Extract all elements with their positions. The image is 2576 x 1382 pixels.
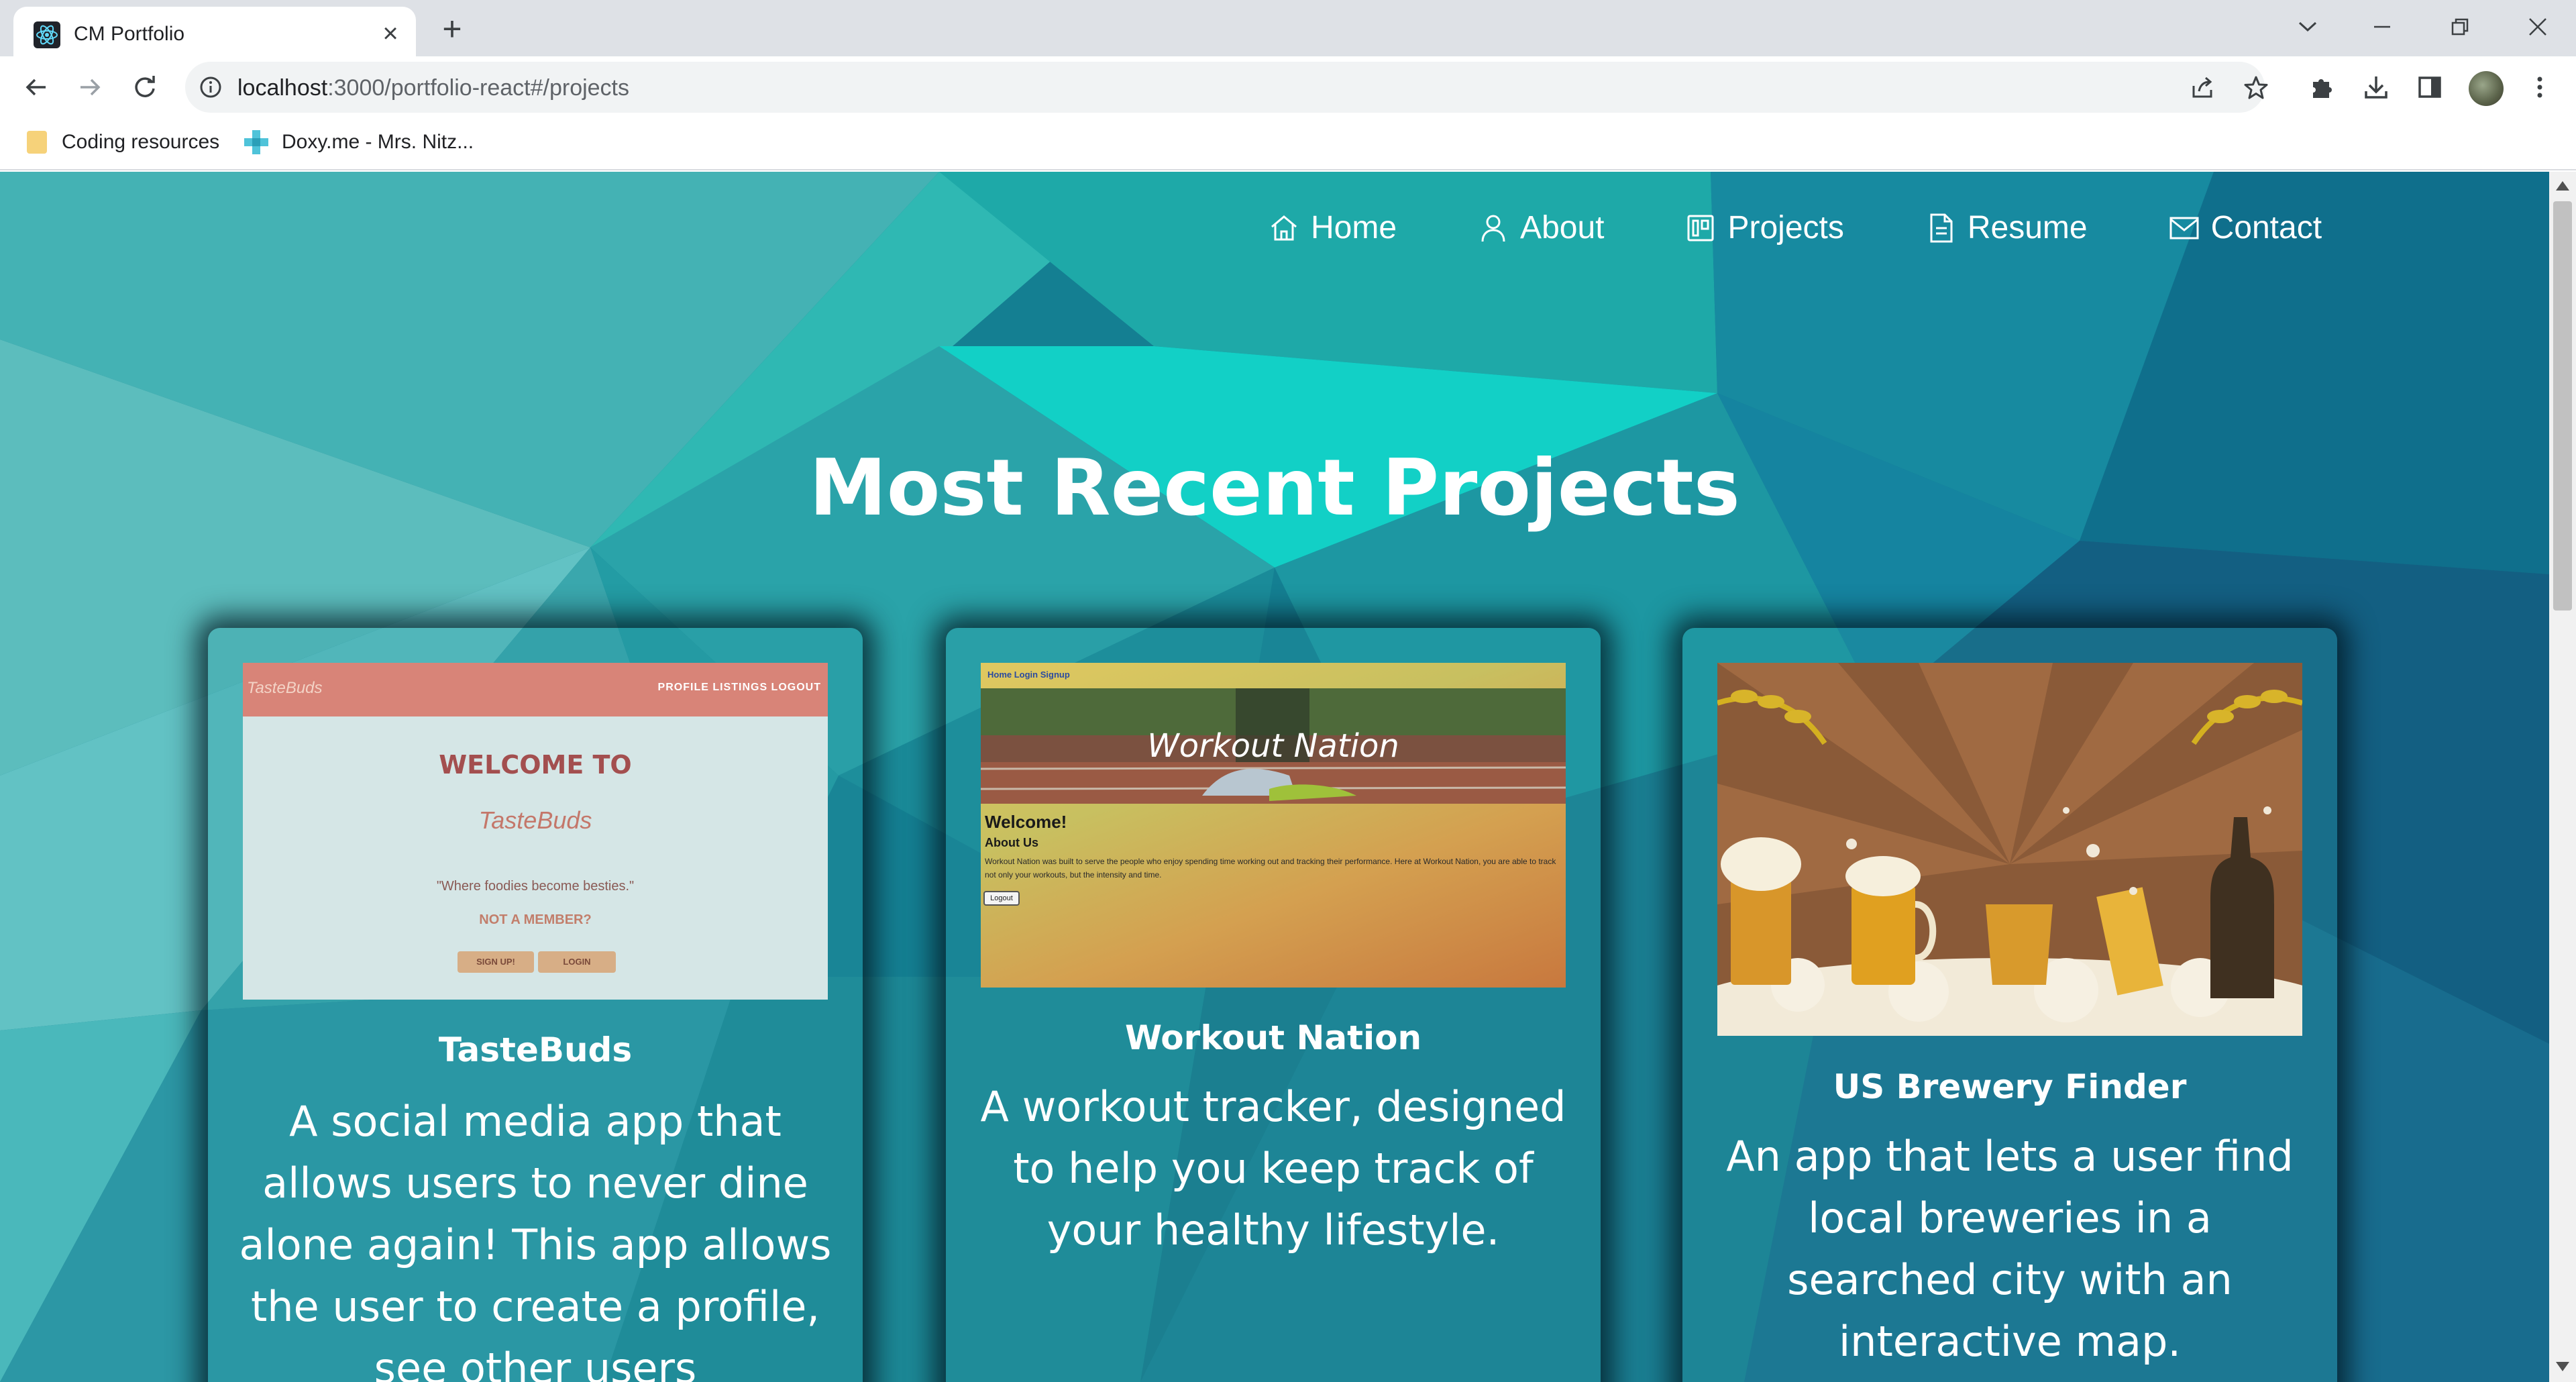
star-icon bbox=[2244, 76, 2268, 99]
tab-strip: CM Portfolio × + bbox=[0, 0, 2576, 56]
tab-search-button[interactable] bbox=[2284, 7, 2331, 47]
bookmark-label: Coding resources bbox=[62, 131, 220, 153]
minimize-button[interactable] bbox=[2359, 7, 2406, 47]
url-text[interactable]: localhost:3000/portfolio-react#/projects bbox=[237, 75, 629, 101]
beer-illustration bbox=[1717, 663, 2302, 1036]
projects-icon bbox=[1687, 215, 1714, 241]
reload-icon bbox=[135, 76, 155, 97]
screenshot-logo: TasteBuds bbox=[247, 679, 323, 697]
restore-button[interactable] bbox=[2436, 7, 2483, 47]
screenshot-nav: Home Login Signup bbox=[987, 670, 1070, 680]
doxy-icon bbox=[244, 130, 268, 154]
nav-about[interactable]: About bbox=[1477, 209, 1604, 246]
puzzle-icon bbox=[2313, 79, 2332, 98]
project-card-brewery-finder[interactable]: US Brewery Finder An app that lets a use… bbox=[1682, 628, 2337, 1382]
side-panel-button[interactable] bbox=[2414, 71, 2446, 103]
screenshot-brand: TasteBuds bbox=[478, 806, 592, 834]
side-panel-icon bbox=[2418, 76, 2441, 98]
nav-resume[interactable]: Resume bbox=[1925, 209, 2088, 246]
restore-icon bbox=[2451, 18, 2469, 36]
project-description: A social media app that allows users to … bbox=[239, 1097, 832, 1382]
screenshot-login: LOGIN bbox=[538, 951, 616, 973]
page-viewport: Home About Projects Resume Contact Most … bbox=[0, 172, 2549, 1382]
scroll-down-arrow-icon[interactable] bbox=[2556, 1362, 2569, 1371]
url-path: :3000/portfolio-react#/projects bbox=[327, 75, 630, 101]
browser-tab[interactable]: CM Portfolio × bbox=[13, 7, 416, 56]
bookmark-star-button[interactable] bbox=[2242, 74, 2270, 102]
kebab-menu-icon bbox=[2537, 76, 2542, 98]
bookmark-doxy[interactable]: Doxy.me - Mrs. Nitz... bbox=[243, 127, 474, 157]
nav-label: About bbox=[1520, 210, 1605, 246]
nav-label: Contact bbox=[2210, 210, 2322, 246]
nav-label: Projects bbox=[1727, 210, 1844, 246]
project-description: A workout tracker, designed to help you … bbox=[980, 1082, 1566, 1255]
reload-button[interactable] bbox=[127, 70, 162, 105]
back-button[interactable] bbox=[19, 70, 54, 105]
project-title: Workout Nation bbox=[1124, 1018, 1422, 1057]
share-button[interactable] bbox=[2188, 74, 2216, 102]
chevron-down-icon bbox=[2298, 21, 2317, 32]
bookmark-label: Doxy.me - Mrs. Nitz... bbox=[282, 131, 474, 153]
project-title: US Brewery Finder bbox=[1833, 1067, 2187, 1106]
bookmarks-bar: Coding resources Doxy.me - Mrs. Nitz... bbox=[0, 117, 2576, 170]
project-card-tastebuds[interactable]: TasteBuds PROFILE LISTINGS LOGOUT WELCOM… bbox=[208, 628, 863, 1382]
nav-projects[interactable]: Projects bbox=[1684, 209, 1844, 246]
project-screenshot[interactable]: Home Login Signup Workout Nation Welcome… bbox=[981, 663, 1566, 988]
screenshot-hero-title: Workout Nation bbox=[1147, 727, 1399, 765]
tab-title: CM Portfolio bbox=[74, 23, 185, 45]
home-icon bbox=[1271, 215, 1297, 240]
project-screenshot[interactable]: TasteBuds PROFILE LISTINGS LOGOUT WELCOM… bbox=[243, 663, 828, 1000]
page-scrollbar[interactable] bbox=[2549, 172, 2576, 1382]
project-card-workout-nation[interactable]: Home Login Signup Workout Nation Welcome… bbox=[946, 628, 1601, 1382]
screenshot-tagline: "Where foodies become besties." bbox=[436, 879, 635, 894]
info-icon[interactable] bbox=[199, 75, 223, 99]
screenshot-signup: SIGN UP! bbox=[458, 951, 534, 973]
address-bar[interactable]: localhost:3000/portfolio-react#/projects bbox=[185, 62, 2268, 113]
browser-toolbar: localhost:3000/portfolio-react#/projects bbox=[0, 56, 2576, 117]
profile-avatar[interactable] bbox=[2469, 71, 2504, 106]
downloads-button[interactable] bbox=[2360, 71, 2392, 103]
user-icon bbox=[1481, 215, 1505, 242]
extensions-button[interactable] bbox=[2306, 71, 2339, 103]
share-icon bbox=[2192, 76, 2212, 98]
screenshot-text: Workout Nation was built to serve the pe… bbox=[985, 857, 1556, 880]
screenshot-not-member: NOT A MEMBER? bbox=[479, 912, 592, 927]
folder-icon bbox=[27, 131, 47, 154]
menu-button[interactable] bbox=[2524, 71, 2556, 103]
project-screenshot[interactable] bbox=[1717, 663, 2302, 1036]
close-window-button[interactable] bbox=[2514, 7, 2561, 47]
browser-window: CM Portfolio × + localhost:3000/portfoli… bbox=[0, 0, 2576, 1382]
screenshot-hero: Workout Nation bbox=[981, 688, 1566, 804]
scroll-thumb[interactable] bbox=[2553, 201, 2572, 610]
page-title: Most Recent Projects bbox=[809, 443, 1740, 533]
nav-contact[interactable]: Contact bbox=[2168, 209, 2322, 246]
bookmark-coding-resources[interactable]: Coding resources bbox=[27, 127, 219, 157]
document-icon bbox=[1930, 213, 1953, 242]
screenshot-about: About Us bbox=[985, 836, 1038, 849]
nav-home[interactable]: Home bbox=[1268, 209, 1397, 246]
nav-label: Resume bbox=[1967, 210, 2088, 246]
download-icon bbox=[2365, 76, 2387, 99]
url-host: localhost bbox=[237, 75, 328, 101]
minimize-icon bbox=[2374, 25, 2390, 28]
new-tab-button[interactable]: + bbox=[435, 12, 470, 47]
project-description: An app that lets a user find local brewe… bbox=[1726, 1132, 2294, 1366]
site-nav: Home About Projects Resume Contact bbox=[1268, 209, 2402, 246]
scroll-up-arrow-icon[interactable] bbox=[2556, 181, 2569, 191]
close-icon bbox=[2529, 18, 2546, 36]
screenshot-welcome: WELCOME TO bbox=[439, 750, 632, 780]
close-tab-icon[interactable]: × bbox=[376, 19, 405, 48]
screenshot-header: TasteBuds PROFILE LISTINGS LOGOUT bbox=[243, 663, 828, 716]
screenshot-links: PROFILE LISTINGS LOGOUT bbox=[657, 682, 821, 693]
forward-button[interactable] bbox=[72, 70, 107, 105]
project-title: TasteBuds bbox=[438, 1030, 633, 1069]
nav-label: Home bbox=[1311, 210, 1397, 246]
arrow-left-icon bbox=[25, 78, 46, 96]
arrow-right-icon bbox=[80, 78, 101, 96]
react-icon bbox=[34, 21, 60, 48]
screenshot-welcome: Welcome! bbox=[985, 812, 1067, 832]
mail-icon bbox=[2169, 217, 2199, 239]
screenshot-logout: Logout bbox=[983, 891, 1020, 906]
